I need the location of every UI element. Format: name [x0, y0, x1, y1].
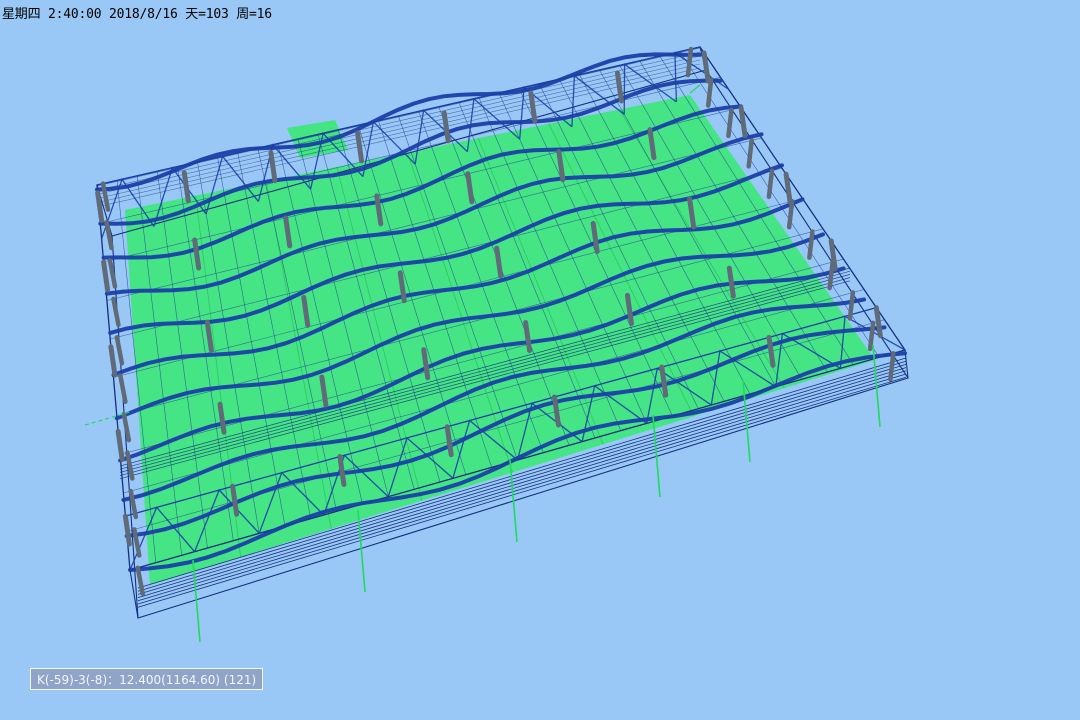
column-edge	[746, 138, 754, 169]
column	[355, 130, 365, 164]
column-edge	[726, 107, 734, 139]
column-edge	[104, 219, 114, 251]
column-edge	[827, 259, 835, 291]
column	[181, 170, 191, 204]
column	[528, 90, 538, 124]
column-edge	[111, 296, 121, 328]
column-edge	[128, 488, 139, 520]
column	[614, 70, 624, 104]
column	[108, 344, 118, 378]
column-edge	[807, 229, 815, 260]
foundation-pile	[509, 459, 518, 543]
coordinate-readout: K(-59)-3(-8)：12.400(1164.60) (121)	[30, 668, 264, 690]
column-edge	[705, 77, 714, 108]
column	[122, 513, 132, 547]
column-edge	[118, 373, 128, 404]
foundation-pile	[357, 509, 366, 593]
column-edge	[847, 290, 856, 321]
column-edge	[867, 320, 876, 352]
column-edge	[766, 168, 775, 200]
datetime-status-text: 星期四 2:40:00 2018/8/16 天=103 周=16	[2, 7, 272, 22]
column-edge	[135, 565, 145, 597]
column	[441, 110, 451, 144]
column	[268, 150, 278, 184]
column	[115, 428, 125, 462]
structure-3d-viewport[interactable]	[0, 0, 1080, 720]
column-edge	[121, 411, 132, 443]
axis-marker	[689, 84, 701, 94]
column-edge	[114, 335, 125, 366]
column	[101, 259, 111, 293]
column-edge	[786, 198, 795, 230]
column-edge	[685, 46, 694, 78]
column-edge	[888, 351, 896, 382]
